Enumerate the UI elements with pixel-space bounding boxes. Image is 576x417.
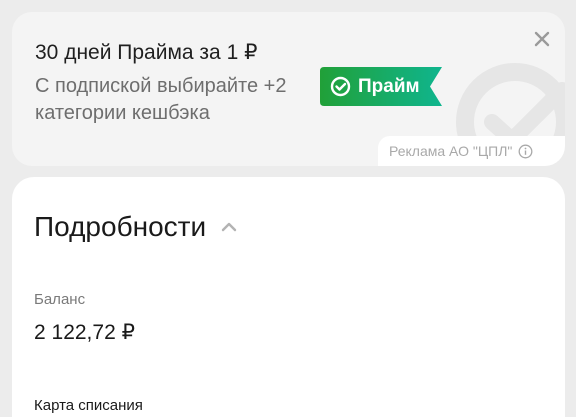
promo-banner[interactable]: 30 дней Прайма за 1 ₽ С подпиской выбира…: [12, 12, 565, 166]
balance-label: Баланс: [34, 291, 86, 308]
info-icon: [518, 144, 533, 158]
chevron-up-icon: [221, 222, 237, 232]
debit-card-label: Карта списания: [34, 397, 143, 414]
details-toggle[interactable]: Подробности: [34, 211, 238, 243]
ad-disclaimer-text: Реклама АО "ЦПЛ": [389, 143, 513, 159]
promo-subtitle: С подпиской выбирайте +2 категории кешбэ…: [35, 75, 287, 124]
details-title: Подробности: [34, 211, 207, 242]
details-card: Подробности Баланс 2 122,72 ₽ Карта спис…: [12, 177, 565, 417]
close-icon[interactable]: [531, 28, 553, 50]
ad-disclaimer[interactable]: Реклама АО "ЦПЛ": [378, 136, 565, 166]
check-circle-icon: [330, 76, 351, 97]
prime-badge[interactable]: Прайм: [320, 67, 442, 106]
prime-badge-label: Прайм: [358, 76, 420, 97]
promo-title: 30 дней Прайма за 1 ₽: [35, 41, 258, 64]
balance-value: 2 122,72 ₽: [34, 321, 135, 344]
